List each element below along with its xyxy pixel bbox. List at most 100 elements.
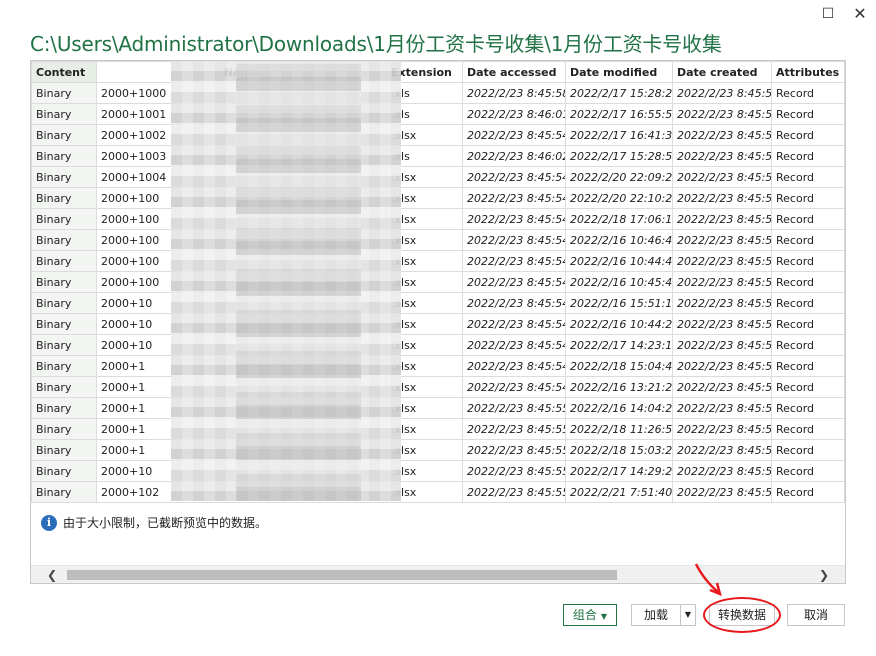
table-row[interactable]: Binary 2000+100 .xlsx 2022/2/23 8:45:54 2022… — [31, 187, 845, 209]
cell-date-created: 2022/2/23 8:45:55 — [672, 460, 772, 482]
cell-attributes: Record — [771, 250, 845, 272]
combine-button[interactable]: 组合 ▼ — [563, 604, 617, 626]
cell-date-accessed: 2022/2/23 8:45:54 — [462, 376, 566, 398]
maximize-button[interactable]: ☐ — [817, 4, 839, 24]
cell-date-modified: 2022/2/16 13:21:23 — [565, 376, 673, 398]
cell-date-created: 2022/2/23 8:45:54 — [672, 103, 772, 125]
cell-date-created: 2022/2/23 8:45:55 — [672, 418, 772, 440]
cell-date-created: 2022/2/23 8:45:54 — [672, 166, 772, 188]
cell-date-modified: 2022/2/20 22:09:20 — [565, 166, 673, 188]
cell-content[interactable]: Binary — [31, 166, 97, 188]
scroll-right-icon[interactable]: ❯ — [815, 566, 833, 583]
table-row[interactable]: Binary 2000+1 .xlsx 2022/2/23 8:45:55 2022/2… — [31, 418, 845, 440]
cell-content[interactable]: Binary — [31, 376, 97, 398]
cell-attributes: Record — [771, 418, 845, 440]
cell-date-accessed: 2022/2/23 8:45:58 — [462, 82, 566, 104]
cell-content[interactable]: Binary — [31, 250, 97, 272]
table-row[interactable]: Binary 2000+10 .xlsx 2022/2/23 8:45:54 2022/… — [31, 334, 845, 356]
cell-content[interactable]: Binary — [31, 397, 97, 419]
cell-content[interactable]: Binary — [31, 334, 97, 356]
column-header-content[interactable]: Content — [31, 61, 97, 83]
cell-date-accessed: 2022/2/23 8:45:54 — [462, 313, 566, 335]
column-header-date-modified[interactable]: Date modified — [565, 61, 673, 83]
table-row[interactable]: Binary2000+1001.xls2022/2/23 8:46:012022… — [31, 103, 845, 125]
table-row[interactable]: Binary 2000+102 .xlsx 2022/2/23 8:45:55 2022… — [31, 481, 845, 503]
table-row[interactable]: Binary 2000+10 .xlsx 2022/2/23 8:45:54 2022/… — [31, 313, 845, 335]
table-row[interactable]: Binary 2000+100 .xlsx 2022/2/23 8:45:54 2022… — [31, 208, 845, 230]
load-dropdown-button[interactable]: ▼ — [680, 604, 696, 626]
cell-date-accessed: 2022/2/23 8:45:54 — [462, 292, 566, 314]
table-row[interactable]: Binary 2000+1004 .xlsx 2022/2/23 8:45:54 202… — [31, 166, 845, 188]
scrollbar-thumb[interactable] — [67, 570, 617, 580]
cell-attributes: Record — [771, 271, 845, 293]
table-header-row: Content Name Extension Date accessed Dat… — [31, 61, 845, 83]
cell-attributes: Record — [771, 313, 845, 335]
column-header-date-accessed[interactable]: Date accessed — [462, 61, 566, 83]
table-row[interactable]: Binary 2000+100 .xlsx 2022/2/23 8:45:54 2022… — [31, 250, 845, 272]
load-button[interactable]: 加载 — [631, 604, 681, 626]
folder-path-title: C:\Users\Administrator\Downloads\1月份工资卡号… — [30, 32, 722, 56]
info-icon: i — [41, 514, 57, 531]
cell-content[interactable]: Binary — [31, 187, 97, 209]
table-row[interactable]: Binary 2000+1 .xlsx 2022/2/23 8:45:54 2022/2… — [31, 376, 845, 398]
cell-date-accessed: 2022/2/23 8:45:54 — [462, 229, 566, 251]
cell-content[interactable]: Binary — [31, 355, 97, 377]
redaction-mosaic-inner — [236, 61, 361, 501]
cell-attributes: Record — [771, 460, 845, 482]
column-header-date-created[interactable]: Date created — [672, 61, 772, 83]
cell-attributes: Record — [771, 187, 845, 209]
cell-content[interactable]: Binary — [31, 229, 97, 251]
cell-date-accessed: 2022/2/23 8:45:55 — [462, 481, 566, 503]
cell-date-accessed: 2022/2/23 8:45:54 — [462, 124, 566, 146]
table-row[interactable]: Binary 2000+100 .xlsx 2022/2/23 8:45:54 2022… — [31, 229, 845, 251]
cell-date-created: 2022/2/23 8:45:54 — [672, 229, 772, 251]
cell-attributes: Record — [771, 292, 845, 314]
cell-content[interactable]: Binary — [31, 439, 97, 461]
cell-date-modified: 2022/2/16 10:44:43 — [565, 250, 673, 272]
cell-content[interactable]: Binary — [31, 124, 97, 146]
cell-attributes: Record — [771, 145, 845, 167]
table-row[interactable]: Binary 2000+10 .xlsx 2022/2/23 8:45:54 2022/… — [31, 292, 845, 314]
table-row[interactable]: Binary 2000+1 .xlsx 2022/2/23 8:45:55 2022/2… — [31, 397, 845, 419]
cell-content[interactable]: Binary — [31, 418, 97, 440]
cell-date-modified: 2022/2/17 15:28:53 — [565, 145, 673, 167]
cell-attributes: Record — [771, 481, 845, 503]
table-row[interactable]: Binary 2000+1 .xlsx 2022/2/23 8:45:54 2022/2… — [31, 355, 845, 377]
table-row[interactable]: Binary 2000+1 .xlsx 2022/2/23 8:45:55 2022/2… — [31, 439, 845, 461]
cell-attributes: Record — [771, 376, 845, 398]
cell-content[interactable]: Binary — [31, 271, 97, 293]
cell-date-created: 2022/2/23 8:45:54 — [672, 292, 772, 314]
table-row[interactable]: Binary 2000+100 .xlsx 2022/2/23 8:45:54 2022… — [31, 271, 845, 293]
column-header-attributes[interactable]: Attributes — [771, 61, 845, 83]
cell-attributes: Record — [771, 397, 845, 419]
cell-date-modified: 2022/2/16 14:04:25 — [565, 397, 673, 419]
cell-date-accessed: 2022/2/23 8:45:54 — [462, 355, 566, 377]
cell-content[interactable]: Binary — [31, 313, 97, 335]
cell-content[interactable]: Binary — [31, 103, 97, 125]
cell-content[interactable]: Binary — [31, 145, 97, 167]
cell-date-created: 2022/2/23 8:45:54 — [672, 376, 772, 398]
cancel-button[interactable]: 取消 — [787, 604, 845, 626]
cell-content[interactable]: Binary — [31, 460, 97, 482]
cell-date-modified: 2022/2/16 10:46:49 — [565, 229, 673, 251]
cell-content[interactable]: Binary — [31, 82, 97, 104]
cell-date-created: 2022/2/23 8:45:55 — [672, 481, 772, 503]
table-row[interactable]: Binary2000+1003.xls2022/2/23 8:46:022022… — [31, 145, 845, 167]
scroll-left-icon[interactable]: ❮ — [43, 566, 61, 583]
cell-content[interactable]: Binary — [31, 292, 97, 314]
close-button[interactable]: ✕ — [849, 4, 871, 24]
cell-date-modified: 2022/2/18 11:26:57 — [565, 418, 673, 440]
cell-attributes: Record — [771, 166, 845, 188]
table-row[interactable]: Binary2000+1000.xls2022/2/23 8:45:582022… — [31, 82, 845, 104]
cell-date-accessed: 2022/2/23 8:45:54 — [462, 334, 566, 356]
cell-content[interactable]: Binary — [31, 481, 97, 503]
table-row[interactable]: Binary 2000+1002 .xlsx 2022/2/23 8:45:54 202… — [31, 124, 845, 146]
transform-data-button[interactable]: 转换数据 — [709, 604, 775, 626]
cell-date-accessed: 2022/2/23 8:46:01 — [462, 103, 566, 125]
truncation-notice: i 由于大小限制，已截断预览中的数据。 — [41, 514, 267, 531]
cell-attributes: Record — [771, 334, 845, 356]
cell-attributes: Record — [771, 208, 845, 230]
cell-attributes: Record — [771, 439, 845, 461]
cell-content[interactable]: Binary — [31, 208, 97, 230]
table-row[interactable]: Binary 2000+10 .xlsx 2022/2/23 8:45:55 2022/… — [31, 460, 845, 482]
